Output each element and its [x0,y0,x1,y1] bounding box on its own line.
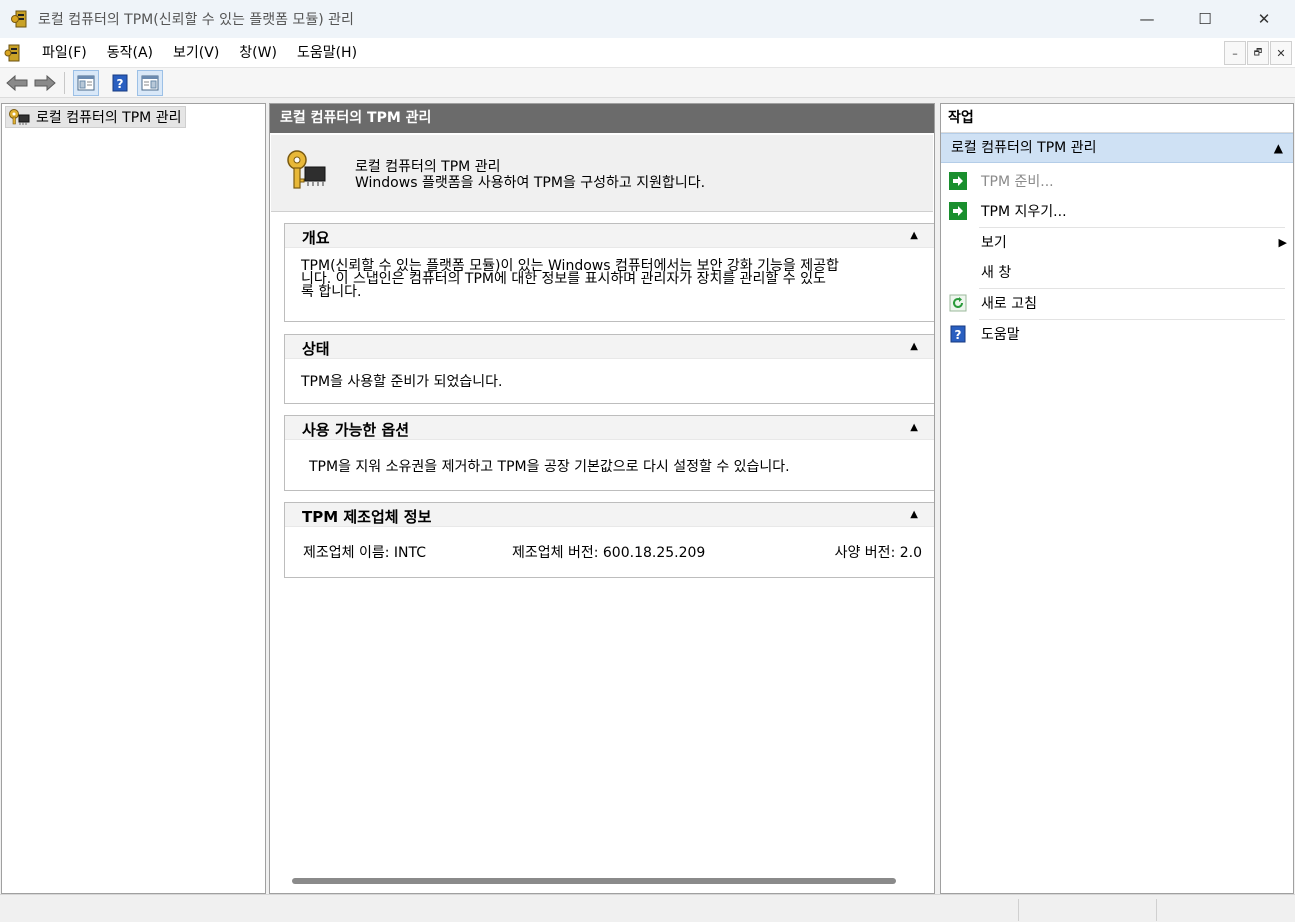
status-divider [1018,899,1019,921]
spec-version: 사양 버전: 2.0 [834,545,922,561]
overview-text-line: 록 합니다. [301,284,362,300]
minimize-button[interactable]: — [1118,0,1176,38]
manufacturer-info-section: TPM 제조업체 정보 ▲ 제조업체 이름: INTC 제조업체 버전: 600… [284,502,934,578]
menu-bar: 파일(F) 동작(A) 보기(V) 창(W) 도움말(H) [0,38,1295,68]
maximize-icon: ☐ [1198,10,1212,28]
action-clear-tpm[interactable]: TPM 지우기... [949,197,1289,225]
menu-action[interactable]: 동작(A) [97,38,163,68]
tpm-app-icon [11,10,27,28]
collapse-arrow-icon[interactable]: ▲ [910,422,918,433]
action-refresh[interactable]: 새로 고침 [949,289,1289,317]
action-label: 새로 고침 [981,296,1037,312]
overview-section: 개요 ▲ TPM(신뢰할 수 있는 플랫폼 모듈)이 있는 Windows 컴퓨… [284,223,934,322]
menu-file[interactable]: 파일(F) [32,38,97,68]
overview-text-line: 니다. 이 스냅인은 컴퓨터의 TPM에 대한 정보를 표시하며 관리자가 장치… [301,271,826,287]
help-toolbar-button[interactable]: ? [107,70,133,96]
action-view[interactable]: 보기 ▶ [949,228,1289,256]
svg-text:?: ? [955,328,962,342]
manufacturer-version: 제조업체 버전: 600.18.25.209 [512,545,706,561]
status-bar [0,894,1295,922]
status-text: TPM을 사용할 준비가 되었습니다. [301,374,503,390]
show-hide-console-tree-button[interactable] [73,69,99,96]
overview-section-header[interactable]: 개요 ▲ [285,224,934,248]
tpm-key-icon [9,109,30,125]
available-options-section: 사용 가능한 옵션 ▲ TPM을 지워 소유권을 제거하고 TPM을 공장 기본… [284,415,934,491]
status-divider [1156,899,1157,921]
close-button[interactable]: ✕ [1235,0,1293,38]
toolbar: ? [0,68,1295,98]
menu-help[interactable]: 도움말(H) [287,38,367,68]
mdi-close-icon: ✕ [1276,46,1286,60]
collapse-arrow-icon[interactable]: ▲ [910,341,918,352]
actions-pane: 작업 로컬 컴퓨터의 TPM 관리 ▲ TPM 준비... TPM 지우기...… [940,103,1294,894]
console-tree-icon [77,75,95,90]
tree-item-label: 로컬 컴퓨터의 TPM 관리 [36,110,182,126]
tree-item-tpm-management[interactable]: 로컬 컴퓨터의 TPM 관리 [5,106,187,128]
options-section-header[interactable]: 사용 가능한 옵션 ▲ [285,416,934,440]
green-arrow-icon [949,202,967,220]
maximize-button[interactable]: ☐ [1176,0,1234,38]
svg-text:?: ? [117,77,124,91]
mdi-minimize-icon: – [1232,46,1238,60]
help-icon: ? [949,325,967,343]
collapse-arrow-icon[interactable]: ▲ [1274,134,1283,162]
back-button[interactable] [4,70,30,96]
title-bar: 로컬 컴퓨터의 TPM(신뢰할 수 있는 플랫폼 모듈) 관리 [0,0,1295,38]
window-title: 로컬 컴퓨터의 TPM(신뢰할 수 있는 플랫폼 모듈) 관리 [38,12,354,28]
status-section: 상태 ▲ TPM을 사용할 준비가 되었습니다. [284,334,934,404]
refresh-icon [949,294,967,312]
overview-title: 개요 [302,229,330,247]
status-section-header[interactable]: 상태 ▲ [285,335,934,359]
status-title: 상태 [302,340,330,358]
result-pane-header: 로컬 컴퓨터의 TPM 관리 [270,104,934,133]
mdi-close-button[interactable]: ✕ [1270,41,1292,65]
close-icon: ✕ [1257,10,1271,28]
mmc-system-menu-icon[interactable] [4,44,22,62]
action-prepare-tpm[interactable]: TPM 준비... [949,167,1289,195]
forward-arrow-icon [34,74,56,91]
submenu-arrow-icon: ▶ [1278,235,1287,249]
action-pane-icon [141,75,159,90]
action-label: TPM 지우기... [981,204,1067,220]
toolbar-separator [64,71,65,94]
options-text: TPM을 지워 소유권을 제거하고 TPM을 공장 기본값으로 다시 설정할 수… [309,459,790,475]
collapse-arrow-icon[interactable]: ▲ [910,230,918,241]
menu-window[interactable]: 창(W) [229,38,287,68]
manufacturer-name: 제조업체 이름: INTC [303,545,427,561]
action-label: 보기 [981,235,1007,251]
collapse-arrow-icon[interactable]: ▲ [910,509,918,520]
action-label: 도움말 [981,327,1020,343]
options-title: 사용 가능한 옵션 [302,421,410,439]
result-pane: 로컬 컴퓨터의 TPM 관리 로컬 컴퓨터의 TPM 관리 Windows 플랫… [269,103,935,894]
intro-banner: 로컬 컴퓨터의 TPM 관리 Windows 플랫폼을 사용하여 TPM을 구성… [271,135,933,212]
tpm-chip-key-icon [287,150,326,189]
mdi-restore-icon: 🗗 [1253,48,1263,58]
help-icon: ? [112,74,128,91]
manufacturer-title: TPM 제조업체 정보 [302,508,432,526]
show-hide-action-pane-button[interactable] [137,69,163,96]
action-new-window[interactable]: 새 창 [949,258,1289,286]
menu-view[interactable]: 보기(V) [163,38,229,68]
actions-group-label: 로컬 컴퓨터의 TPM 관리 [951,140,1097,156]
horizontal-scrollbar[interactable] [292,878,896,884]
mdi-minimize-button[interactable]: – [1224,41,1246,65]
manufacturer-section-header[interactable]: TPM 제조업체 정보 ▲ [285,503,934,527]
intro-description: Windows 플랫폼을 사용하여 TPM을 구성하고 지원합니다. [355,175,706,191]
mdi-restore-button[interactable]: 🗗 [1247,41,1269,65]
action-label: 새 창 [981,265,1012,281]
actions-group-header[interactable]: 로컬 컴퓨터의 TPM 관리 ▲ [941,133,1293,163]
forward-button[interactable] [32,70,58,96]
back-arrow-icon [6,74,28,91]
action-help[interactable]: ? 도움말 [949,320,1289,348]
action-label: TPM 준비... [981,174,1054,190]
actions-title: 작업 [941,104,1293,133]
minimize-icon: — [1139,10,1155,28]
console-tree-pane[interactable]: 로컬 컴퓨터의 TPM 관리 [1,103,266,894]
green-arrow-icon [949,172,967,190]
